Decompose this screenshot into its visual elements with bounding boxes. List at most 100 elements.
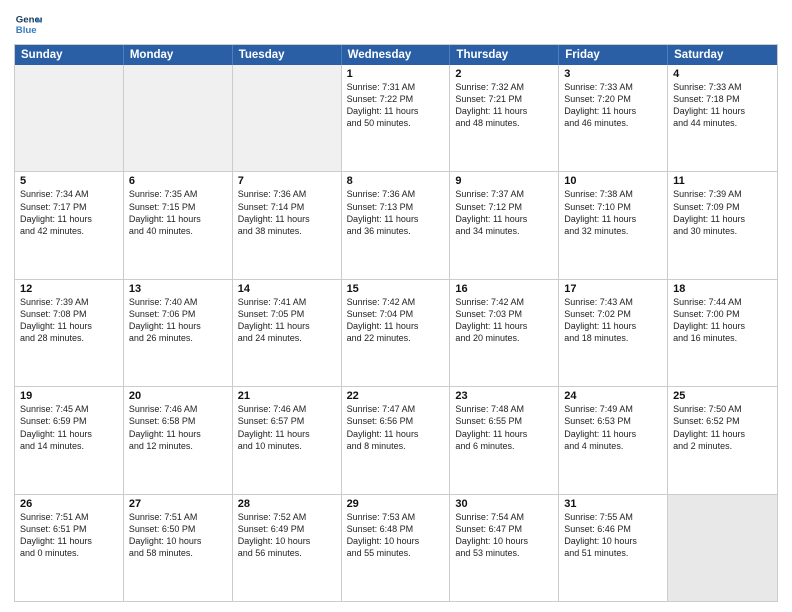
cal-cell-r2c4: 16Sunrise: 7:42 AMSunset: 7:03 PMDayligh…: [450, 280, 559, 386]
day-number: 24: [564, 390, 662, 402]
cell-line: Daylight: 11 hours: [673, 105, 772, 117]
day-number: 6: [129, 175, 227, 187]
cell-line: Sunset: 6:53 PM: [564, 415, 662, 427]
cal-cell-r1c5: 10Sunrise: 7:38 AMSunset: 7:10 PMDayligh…: [559, 172, 668, 278]
cell-line: Sunrise: 7:42 AM: [455, 296, 553, 308]
cell-line: Daylight: 11 hours: [20, 535, 118, 547]
cell-line: Sunset: 6:49 PM: [238, 523, 336, 535]
cell-line: Sunrise: 7:42 AM: [347, 296, 445, 308]
day-number: 11: [673, 175, 772, 187]
cell-line: Sunset: 6:51 PM: [20, 523, 118, 535]
cell-line: Daylight: 11 hours: [129, 213, 227, 225]
day-number: 2: [455, 68, 553, 80]
cell-line: Sunset: 7:22 PM: [347, 93, 445, 105]
logo: General Blue: [14, 10, 42, 38]
cell-line: Sunset: 6:46 PM: [564, 523, 662, 535]
cal-cell-r0c3: 1Sunrise: 7:31 AMSunset: 7:22 PMDaylight…: [342, 65, 451, 171]
cell-line: Daylight: 11 hours: [347, 320, 445, 332]
day-number: 29: [347, 498, 445, 510]
cell-line: and 40 minutes.: [129, 225, 227, 237]
cell-line: and 51 minutes.: [564, 547, 662, 559]
cal-cell-r1c4: 9Sunrise: 7:37 AMSunset: 7:12 PMDaylight…: [450, 172, 559, 278]
cell-line: Sunrise: 7:55 AM: [564, 511, 662, 523]
cell-line: Sunrise: 7:46 AM: [129, 403, 227, 415]
cell-line: Daylight: 10 hours: [455, 535, 553, 547]
cal-cell-r2c6: 18Sunrise: 7:44 AMSunset: 7:00 PMDayligh…: [668, 280, 777, 386]
day-number: 13: [129, 283, 227, 295]
cal-cell-r0c6: 4Sunrise: 7:33 AMSunset: 7:18 PMDaylight…: [668, 65, 777, 171]
cell-line: Daylight: 11 hours: [20, 320, 118, 332]
cell-line: and 34 minutes.: [455, 225, 553, 237]
calendar: SundayMondayTuesdayWednesdayThursdayFrid…: [14, 44, 778, 602]
calendar-row-3: 12Sunrise: 7:39 AMSunset: 7:08 PMDayligh…: [15, 279, 777, 386]
header-cell-friday: Friday: [559, 45, 668, 65]
cal-cell-r3c4: 23Sunrise: 7:48 AMSunset: 6:55 PMDayligh…: [450, 387, 559, 493]
cell-line: Sunset: 7:04 PM: [347, 308, 445, 320]
header-cell-sunday: Sunday: [15, 45, 124, 65]
cell-line: Sunrise: 7:47 AM: [347, 403, 445, 415]
header-cell-monday: Monday: [124, 45, 233, 65]
cell-line: Sunset: 6:55 PM: [455, 415, 553, 427]
cal-cell-r4c3: 29Sunrise: 7:53 AMSunset: 6:48 PMDayligh…: [342, 495, 451, 601]
cell-line: Sunset: 7:10 PM: [564, 201, 662, 213]
day-number: 16: [455, 283, 553, 295]
cell-line: Sunset: 6:50 PM: [129, 523, 227, 535]
cell-line: Sunset: 7:06 PM: [129, 308, 227, 320]
cell-line: Sunrise: 7:37 AM: [455, 188, 553, 200]
day-number: 15: [347, 283, 445, 295]
cell-line: Sunrise: 7:34 AM: [20, 188, 118, 200]
cal-cell-r0c0: [15, 65, 124, 171]
cal-cell-r2c0: 12Sunrise: 7:39 AMSunset: 7:08 PMDayligh…: [15, 280, 124, 386]
cell-line: Daylight: 11 hours: [564, 320, 662, 332]
cell-line: Sunset: 6:47 PM: [455, 523, 553, 535]
day-number: 17: [564, 283, 662, 295]
cell-line: Daylight: 11 hours: [238, 213, 336, 225]
cell-line: Sunset: 7:18 PM: [673, 93, 772, 105]
page-header: General Blue: [14, 10, 778, 38]
day-number: 30: [455, 498, 553, 510]
day-number: 19: [20, 390, 118, 402]
cell-line: Daylight: 11 hours: [129, 320, 227, 332]
cell-line: and 28 minutes.: [20, 332, 118, 344]
cell-line: and 36 minutes.: [347, 225, 445, 237]
cell-line: Sunset: 6:56 PM: [347, 415, 445, 427]
cell-line: and 48 minutes.: [455, 117, 553, 129]
cell-line: Sunrise: 7:51 AM: [20, 511, 118, 523]
cell-line: Daylight: 10 hours: [347, 535, 445, 547]
cell-line: and 32 minutes.: [564, 225, 662, 237]
cell-line: Sunset: 6:57 PM: [238, 415, 336, 427]
cell-line: Sunset: 6:59 PM: [20, 415, 118, 427]
cell-line: Sunrise: 7:50 AM: [673, 403, 772, 415]
calendar-row-5: 26Sunrise: 7:51 AMSunset: 6:51 PMDayligh…: [15, 494, 777, 601]
cal-cell-r3c6: 25Sunrise: 7:50 AMSunset: 6:52 PMDayligh…: [668, 387, 777, 493]
cell-line: Sunset: 7:05 PM: [238, 308, 336, 320]
cell-line: Daylight: 11 hours: [238, 428, 336, 440]
cell-line: Sunrise: 7:45 AM: [20, 403, 118, 415]
cell-line: Daylight: 11 hours: [564, 428, 662, 440]
day-number: 26: [20, 498, 118, 510]
cal-cell-r0c2: [233, 65, 342, 171]
cell-line: Sunrise: 7:54 AM: [455, 511, 553, 523]
cal-cell-r2c3: 15Sunrise: 7:42 AMSunset: 7:04 PMDayligh…: [342, 280, 451, 386]
cell-line: Daylight: 10 hours: [238, 535, 336, 547]
calendar-row-4: 19Sunrise: 7:45 AMSunset: 6:59 PM Dayligh…: [15, 386, 777, 493]
cell-line: and 18 minutes.: [564, 332, 662, 344]
cal-cell-r2c1: 13Sunrise: 7:40 AMSunset: 7:06 PMDayligh…: [124, 280, 233, 386]
cell-line: and 44 minutes.: [673, 117, 772, 129]
cell-line: and 50 minutes.: [347, 117, 445, 129]
calendar-body: 1Sunrise: 7:31 AMSunset: 7:22 PMDaylight…: [15, 65, 777, 601]
cell-line: Sunrise: 7:38 AM: [564, 188, 662, 200]
cell-line: Daylight: 11 hours: [455, 105, 553, 117]
day-number: 14: [238, 283, 336, 295]
cell-line: Sunset: 7:08 PM: [20, 308, 118, 320]
cal-cell-r0c4: 2Sunrise: 7:32 AMSunset: 7:21 PMDaylight…: [450, 65, 559, 171]
cell-line: Sunrise: 7:52 AM: [238, 511, 336, 523]
cell-line: Sunrise: 7:33 AM: [564, 81, 662, 93]
day-number: 28: [238, 498, 336, 510]
cell-line: Daylight: 11 hours: [673, 428, 772, 440]
cell-line: Sunset: 7:09 PM: [673, 201, 772, 213]
cal-cell-r1c0: 5Sunrise: 7:34 AMSunset: 7:17 PMDaylight…: [15, 172, 124, 278]
cell-line: and 12 minutes.: [129, 440, 227, 452]
cal-cell-r0c5: 3Sunrise: 7:33 AMSunset: 7:20 PMDaylight…: [559, 65, 668, 171]
logo-icon: General Blue: [14, 10, 42, 38]
